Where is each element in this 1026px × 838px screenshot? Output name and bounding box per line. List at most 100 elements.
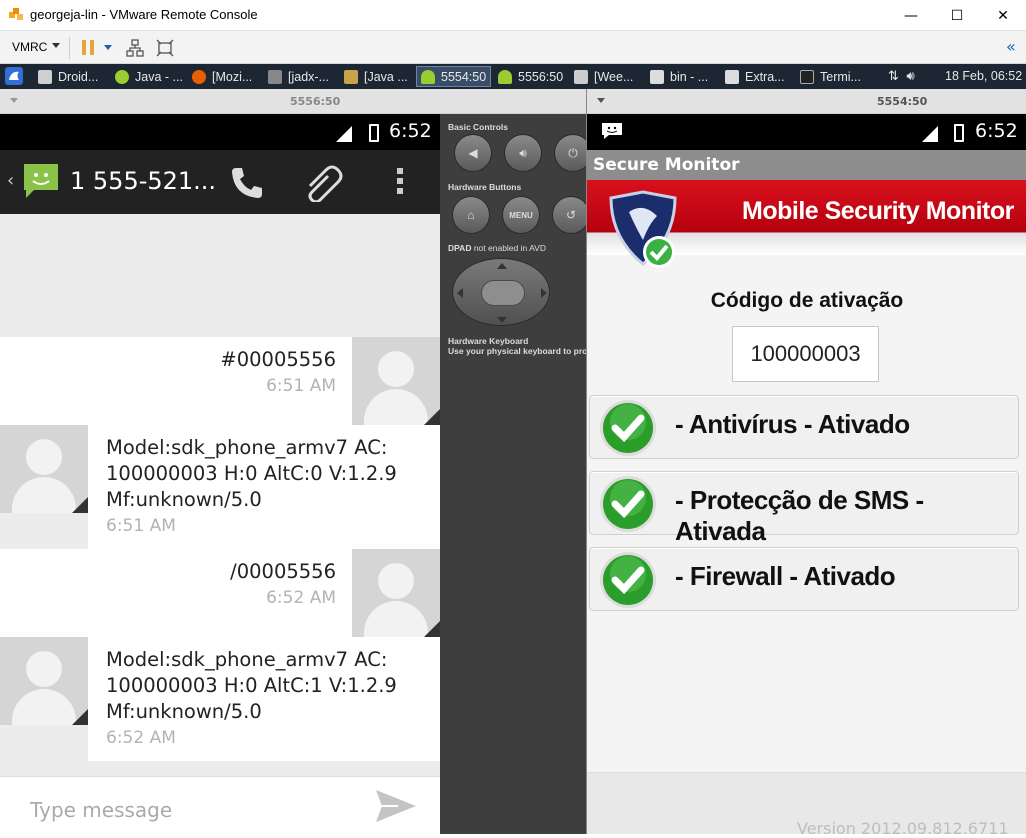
app-title: Secure Monitor	[593, 155, 740, 175]
overflow-menu-icon[interactable]	[395, 168, 405, 198]
task-extra-folder[interactable]: Extra...	[721, 66, 789, 87]
task-label: [Mozi...	[212, 69, 253, 84]
emulator-5554-titlebar: 5554:50	[587, 89, 1026, 114]
battery-icon	[369, 124, 379, 142]
collapse-toolbar-button[interactable]: «	[1006, 37, 1016, 56]
status-text: - Protecção de SMS - Ativada	[675, 485, 924, 546]
contact-avatar[interactable]	[0, 425, 88, 513]
window-menu-icon[interactable]	[10, 98, 18, 103]
task-bin-folder[interactable]: bin - ...	[646, 66, 712, 87]
message-list[interactable]: #00005556 6:51 AM Model:sdk_phone_armv7 …	[0, 214, 440, 776]
contact-avatar[interactable]	[352, 337, 440, 425]
emulator-5554-window: 5554:50 6:52 Secure Monitor Mobile Secur…	[586, 89, 1026, 838]
message-bubble-incoming[interactable]: Model:sdk_phone_armv7 AC: 100000003 H:0 …	[88, 425, 440, 549]
vmrc-menu-button[interactable]: VMRC	[12, 40, 47, 54]
window-menu-icon[interactable]	[597, 98, 605, 103]
task-label: Droid...	[58, 69, 99, 84]
banner-title: Mobile Security Monitor	[742, 197, 1014, 225]
app-footer: Version 2012.09.812.6711	[587, 772, 1026, 838]
status-text: - Firewall - Ativado	[675, 561, 896, 591]
contact-name[interactable]: 1 555-521...	[70, 167, 216, 195]
volume-down-icon[interactable]: ◀︎	[454, 134, 492, 172]
emulator-frame-title: 5554:50	[877, 95, 928, 108]
check-circle-icon	[600, 476, 656, 532]
sms-notification-icon[interactable]	[601, 122, 623, 140]
status-time: 6:52	[389, 120, 432, 142]
minimize-button[interactable]: —	[888, 0, 934, 31]
send-icon[interactable]	[374, 788, 418, 824]
fullscreen-icon[interactable]	[156, 39, 174, 57]
status-row-firewall[interactable]: - Firewall - Ativado	[589, 547, 1019, 611]
back-icon[interactable]: ↺	[552, 196, 590, 234]
menu-button[interactable]: MENU	[502, 196, 540, 234]
back-chevron-icon[interactable]: ‹	[7, 170, 14, 191]
toolbar-divider	[69, 37, 70, 59]
message-timestamp: 6:52 AM	[266, 588, 336, 608]
task-label: Java - ...	[135, 69, 183, 84]
system-tray: ⇅ 🔊︎	[888, 68, 915, 84]
message-bubble-incoming[interactable]: Model:sdk_phone_armv7 AC: 100000003 H:0 …	[88, 637, 440, 761]
android-icon	[498, 69, 512, 84]
task-mozilla[interactable]: [Mozi...	[188, 66, 256, 87]
task-label: Termi...	[820, 69, 861, 84]
vmrc-dropdown-caret-icon[interactable]	[52, 43, 60, 48]
message-line: Model:sdk_phone_armv7 AC:	[106, 436, 388, 459]
task-java-1[interactable]: Java - ...	[111, 66, 187, 87]
phone-icon[interactable]	[228, 164, 266, 202]
message-bubble-outgoing[interactable]: /00005556 6:52 AM	[0, 549, 352, 637]
message-timestamp: 6:51 AM	[106, 516, 176, 536]
eclipse-icon	[115, 69, 129, 84]
close-button[interactable]: ✕	[980, 0, 1026, 31]
message-input[interactable]: Type message	[30, 798, 172, 822]
activation-code-field[interactable]: 100000003	[732, 326, 879, 382]
task-weechat[interactable]: [Wee...	[570, 66, 637, 87]
security-shield-icon	[609, 190, 677, 268]
start-menu-icon[interactable]	[5, 67, 23, 85]
folder-icon	[650, 69, 664, 84]
task-droid-icon	[38, 69, 52, 84]
dpad-control[interactable]	[452, 258, 550, 326]
task-java-2[interactable]: [Java ...	[340, 66, 412, 87]
contact-avatar[interactable]	[0, 637, 88, 725]
android-status-bar: 6:52	[587, 114, 1026, 150]
task-emulator-5554[interactable]: 5554:50	[416, 66, 492, 87]
message-line: Mf:unknown/5.0	[106, 488, 262, 511]
maximize-button[interactable]: ☐	[934, 0, 980, 31]
home-icon[interactable]: ⌂	[452, 196, 490, 234]
network-icon[interactable]	[126, 39, 144, 57]
message-line: Mf:unknown/5.0	[106, 700, 262, 723]
window-titlebar: georgeja-lin - VMware Remote Console — ☐…	[0, 0, 1026, 31]
task-droid[interactable]: Droid...	[34, 66, 102, 87]
contact-avatar[interactable]	[352, 549, 440, 637]
volume-icon[interactable]: 🔊︎	[907, 68, 915, 83]
status-time: 6:52	[975, 120, 1018, 142]
check-circle-icon	[600, 552, 656, 608]
pause-icon[interactable]	[82, 40, 96, 55]
vmware-app-icon	[9, 8, 23, 20]
hardware-keyboard-label: Hardware Keyboard	[448, 336, 529, 346]
hardware-buttons-label: Hardware Buttons	[448, 182, 522, 192]
task-emulator-5556[interactable]: 5556:50	[494, 66, 567, 87]
paperclip-icon[interactable]	[302, 164, 346, 202]
messaging-app-icon[interactable]	[20, 160, 62, 202]
network-transfer-icon[interactable]: ⇅	[888, 68, 899, 83]
taskbar-clock[interactable]: 18 Feb, 06:52	[945, 69, 1022, 83]
terminal-icon	[800, 69, 814, 84]
power-dropdown-caret-icon[interactable]	[104, 45, 112, 50]
task-terminal[interactable]: Termi...	[796, 66, 865, 87]
status-row-sms-protection[interactable]: - Protecção de SMS - Ativada	[589, 471, 1019, 546]
task-label: [Wee...	[594, 69, 634, 84]
basic-controls-label: Basic Controls	[448, 122, 508, 132]
message-text: /00005556	[230, 560, 336, 583]
dpad-status-label: DPAD not enabled in AVD	[448, 243, 546, 253]
android-icon	[421, 69, 435, 84]
message-timestamp: 6:51 AM	[266, 376, 336, 396]
dpad-label: DPAD	[448, 243, 472, 253]
status-row-antivirus[interactable]: - Antivírus - Ativado	[589, 395, 1019, 459]
task-jadx[interactable]: [jadx-...	[264, 66, 333, 87]
task-label: 5556:50	[518, 69, 564, 84]
volume-up-icon[interactable]: 🔊︎	[504, 134, 542, 172]
message-composer: Type message	[0, 776, 440, 834]
message-bubble-outgoing[interactable]: #00005556 6:51 AM	[0, 337, 352, 425]
dpad-arrows-icon	[457, 263, 547, 323]
